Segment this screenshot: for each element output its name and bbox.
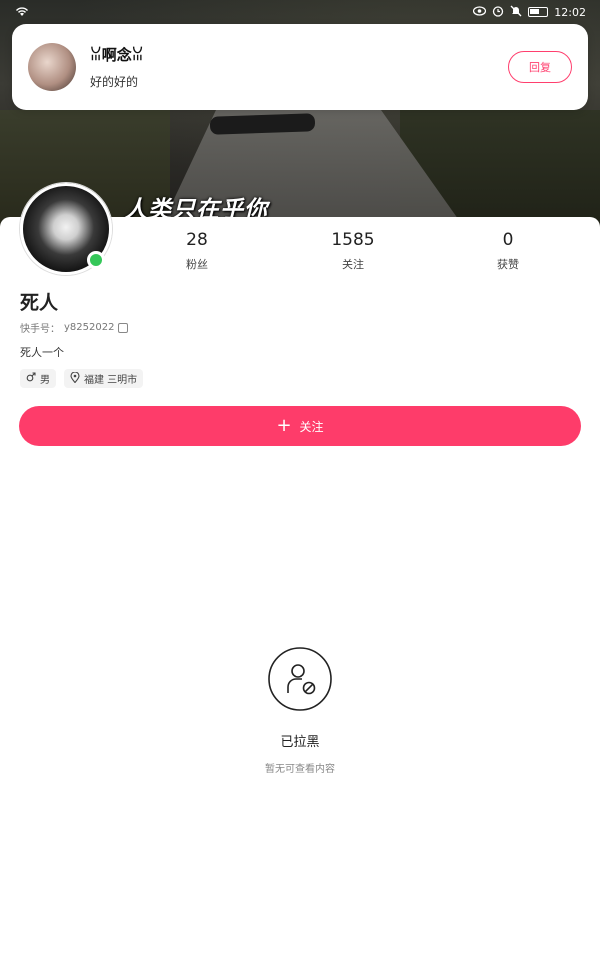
follow-button[interactable]: + 关注 [19,406,581,446]
follow-label: 关注 [299,419,324,434]
following-count: 1585 [331,230,375,250]
copy-icon[interactable] [118,322,129,333]
stat-likes[interactable]: 0 获赞 [463,230,553,272]
stat-followers[interactable]: 28 粉丝 [152,230,242,272]
location-text: 福建 三明市 [84,375,138,386]
wifi-icon [14,5,30,20]
alarm-icon [492,5,504,20]
profile-bio: 死人一个 [20,346,64,359]
account-id: y8252022 [64,322,115,333]
status-bar: 12:02 [0,0,600,24]
following-label: 关注 [342,258,364,271]
gender-tag: 男 [20,369,56,388]
stat-following[interactable]: 1585 关注 [308,230,398,272]
profile-tags: 男 福建 三明市 [20,369,144,388]
eye-icon [473,5,487,19]
status-time: 12:02 [554,5,586,19]
blocked-user-icon [268,647,332,711]
mute-icon [510,5,522,20]
account-id-row[interactable]: 快手号： y8252022 [20,320,129,335]
online-status-dot [87,251,105,269]
location-pin-icon [70,370,80,386]
profile-name: 死人 [20,292,59,314]
likes-label: 获赞 [497,258,519,271]
reply-button[interactable]: 回复 [508,51,572,83]
notification-message: 好的好的 [90,75,139,89]
blocked-subtitle: 暂无可查看内容 [265,764,335,775]
blocked-title: 已拉黑 [280,735,320,750]
account-id-label: 快手号： [20,324,60,335]
banner-figure [209,113,316,135]
male-icon [26,372,36,385]
gender-text: 男 [40,375,50,386]
followers-count: 28 [186,230,208,250]
location-tag: 福建 三明市 [64,369,144,388]
plus-icon: + [276,415,292,436]
blocked-empty-state: 已拉黑 暂无可查看内容 [0,647,600,775]
followers-label: 粉丝 [186,258,208,271]
likes-count: 0 [502,230,514,250]
sender-avatar [28,43,76,91]
message-notification[interactable]: ꈍ啊念ꈍ 好的好的 回复 [12,24,588,110]
sender-name: ꈍ啊念ꈍ [90,46,144,64]
battery-icon [528,7,549,17]
